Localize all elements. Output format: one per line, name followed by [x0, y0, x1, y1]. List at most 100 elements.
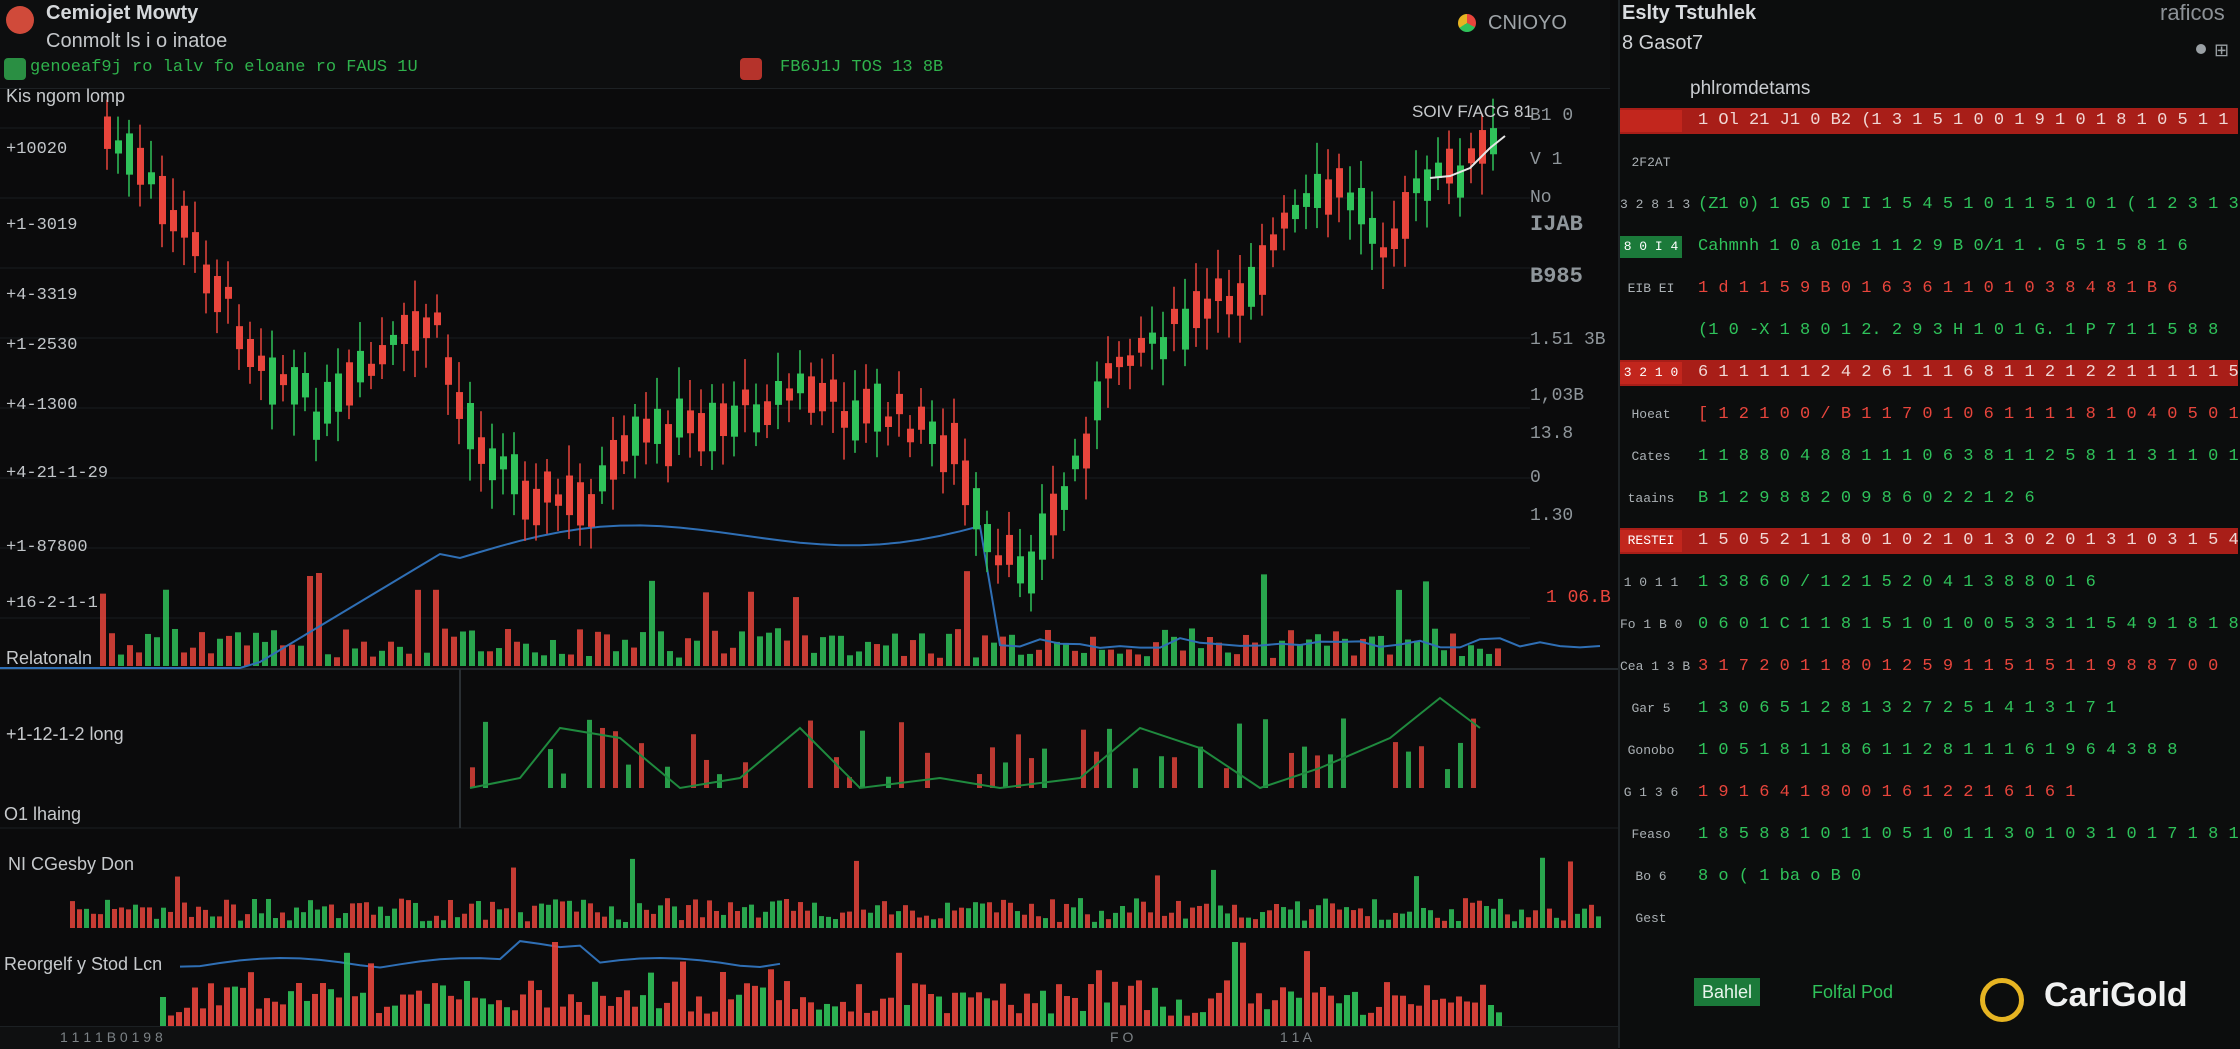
volume-bar	[1450, 633, 1456, 666]
volume-bar	[838, 635, 844, 666]
volume-bar	[1582, 908, 1587, 928]
volume-bar	[1078, 898, 1083, 928]
volume-bar	[1495, 648, 1501, 666]
volume-bar	[259, 913, 264, 928]
volume-bar	[651, 913, 656, 928]
volume-bar	[648, 972, 654, 1026]
volume-bar	[805, 910, 810, 928]
volume-bar	[602, 916, 607, 928]
candle-body	[1039, 513, 1046, 560]
osc-bar	[1341, 718, 1346, 788]
watchlist-row[interactable]: 3 2 1 0 6 1 1 1 1 1 2 4 2 6 1 1 1 6 8 1 1…	[1620, 360, 2238, 386]
volume-bar	[1396, 589, 1402, 666]
watchlist-row[interactable]: RESTEI 1 5 0 5 2 1 1 8 0 1 0 2 1 0 1 3 0 …	[1620, 528, 2238, 554]
candle-body	[1248, 266, 1255, 307]
volume-bar	[910, 640, 916, 666]
volume-bar	[336, 918, 341, 928]
volume-bar	[1296, 997, 1302, 1026]
watchlist-row[interactable]: Gest	[1620, 906, 2238, 932]
watchlist-row[interactable]: (1 0 -X 1 8 0 1 2. 2 9 3 H 1 0 1 G. 1 P …	[1620, 318, 2238, 344]
tag-button[interactable]: Bahlel	[1694, 978, 1761, 1006]
price-chart[interactable]: Kis ngom lomp +10020 +1-3019 +4-3319 +1-…	[0, 86, 1618, 1028]
watchlist-row[interactable]: EIB EI 1 d 1 1 5 9 B 0 1 6 3 6 1 1 0 1 0 …	[1620, 276, 2238, 302]
volume-bar	[721, 914, 726, 928]
volume-bar	[712, 630, 718, 666]
volume-bar	[1376, 1006, 1382, 1026]
volume-bar	[928, 653, 934, 666]
volume-bar	[360, 992, 366, 1026]
watchlist-row[interactable]: Bo 6 8 o ( 1 ba o B 0	[1620, 864, 2238, 890]
candle-body	[148, 172, 155, 185]
volume-bar	[1533, 910, 1538, 928]
right-axis-label: 1 06.B	[1546, 588, 1611, 608]
candle-body	[775, 380, 782, 405]
favorite-icon[interactable]	[4, 58, 26, 80]
volume-bar	[1048, 1013, 1054, 1026]
right-axis-label: 1.30	[1530, 506, 1574, 526]
watchlist-row[interactable]: 1 Ol 21 J1 0 B2 (1 3 1 5 1 0 0 1 9 1 0 1…	[1620, 108, 2238, 134]
grid-icon[interactable]: ⊞	[2214, 40, 2229, 61]
candle-body	[874, 383, 881, 432]
osc-bar	[600, 727, 605, 788]
candle-body	[104, 116, 111, 149]
volume-bar	[581, 899, 586, 928]
volume-bar	[190, 647, 196, 666]
watchlist-row[interactable]: 2F2AT	[1620, 150, 2238, 176]
volume-bar	[307, 575, 313, 666]
volume-bar	[118, 654, 124, 666]
volume-bar	[630, 858, 635, 928]
volume-bar	[1344, 995, 1350, 1026]
pane-label-osc: O1 lhaing	[4, 804, 82, 824]
chart-canvas[interactable]	[0, 88, 1618, 1028]
volume-bar	[872, 1010, 878, 1026]
row-values: 1 d 1 1 5 9 B 0 1 6 3 6 1 1 0 1 0 3 8 4 …	[1698, 279, 2178, 298]
volume-bar	[301, 912, 306, 928]
volume-bar	[1464, 1001, 1470, 1026]
volume-bar	[685, 638, 691, 666]
candle-body	[1061, 486, 1068, 510]
volume-bar	[770, 901, 775, 928]
watchlist-row[interactable]: Fo 1 B 0 0 6 0 1 C 1 1 8 1 5 1 0 1 0 0 5 …	[1620, 612, 2238, 638]
volume-bar	[536, 990, 542, 1026]
candle-body	[599, 465, 606, 492]
candle-body	[522, 480, 529, 520]
watchlist-row[interactable]: Cates 1 1 8 8 0 4 8 8 1 1 1 0 6 3 8 1 1 2…	[1620, 444, 2238, 470]
volume-bar	[397, 646, 403, 666]
watchlist-row[interactable]: 1 0 1 1 1 3 8 6 0 / 1 2 1 5 2 0 4 1 3 8 8…	[1620, 570, 2238, 596]
time-axis[interactable]: 1 1 1 1 B 0 1 9 8 F O 1 1 A	[0, 1026, 1618, 1049]
candle-body	[1347, 192, 1354, 211]
volume-bar	[448, 899, 453, 928]
alert-icon[interactable]	[740, 58, 762, 85]
candle-body	[467, 403, 474, 450]
volume-bar	[1099, 649, 1105, 666]
watchlist-row[interactable]: Cea 1 3 B 3 1 7 2 0 1 1 8 0 1 2 5 9 1 1 5…	[1620, 654, 2238, 680]
candle-body	[291, 367, 298, 405]
volume-bar	[992, 1000, 998, 1026]
volume-bar	[400, 994, 406, 1026]
watchlist-row[interactable]: Gar 5 1 3 0 6 5 1 2 8 1 3 2 7 2 5 1 4 1 3…	[1620, 696, 2238, 722]
tag-button[interactable]: Folfal Pod	[1812, 978, 1893, 1006]
volume-bar	[1519, 909, 1524, 928]
watchlist-row[interactable]: Gonobo 1 0 5 1 8 1 1 8 6 1 1 2 8 1 1 1 6 …	[1620, 738, 2238, 764]
price-label: +10020	[6, 140, 68, 159]
panel-header: phlromdetams	[1690, 78, 1811, 99]
volume-bar	[1000, 983, 1006, 1026]
candle-body	[335, 373, 342, 412]
volume-bar	[84, 908, 89, 928]
watchlist-row[interactable]: G 1 3 6 1 9 1 6 4 1 8 0 0 1 6 1 2 2 1 6 1…	[1620, 780, 2238, 806]
volume-bar	[1491, 908, 1496, 928]
volume-bar	[624, 990, 630, 1026]
volume-bar	[784, 640, 790, 666]
watchlist-row[interactable]: Hoeat [ 1 2 1 0 0 / B 1 1 7 0 1 0 6 1 1 1…	[1620, 402, 2238, 428]
watchlist-row[interactable]: 8 0 I 4 Cahmnh 1 0 a 01e 1 1 2 9 B 0/1 1 …	[1620, 234, 2238, 260]
watchlist-row[interactable]: 3 2 8 1 3 (Z1 0) 1 G5 0 I I 1 5 4 5 1 0 1…	[1620, 192, 2238, 218]
watchlist-row[interactable]: taains B 1 2 9 8 8 2 0 9 8 6 0 2 2 1 2 6	[1620, 486, 2238, 512]
candle-body	[1215, 278, 1222, 302]
volume-bar	[112, 908, 117, 928]
volume-bar	[1309, 909, 1314, 928]
watchlist-row[interactable]: Feaso 1 8 5 8 8 1 0 1 1 0 5 1 0 1 1 3 0 1…	[1620, 822, 2238, 848]
time-tick: 1 1 A	[1280, 1029, 1312, 1045]
candle-body	[1490, 128, 1497, 155]
volume-bar	[1328, 995, 1334, 1026]
volume-bar	[176, 1012, 182, 1026]
